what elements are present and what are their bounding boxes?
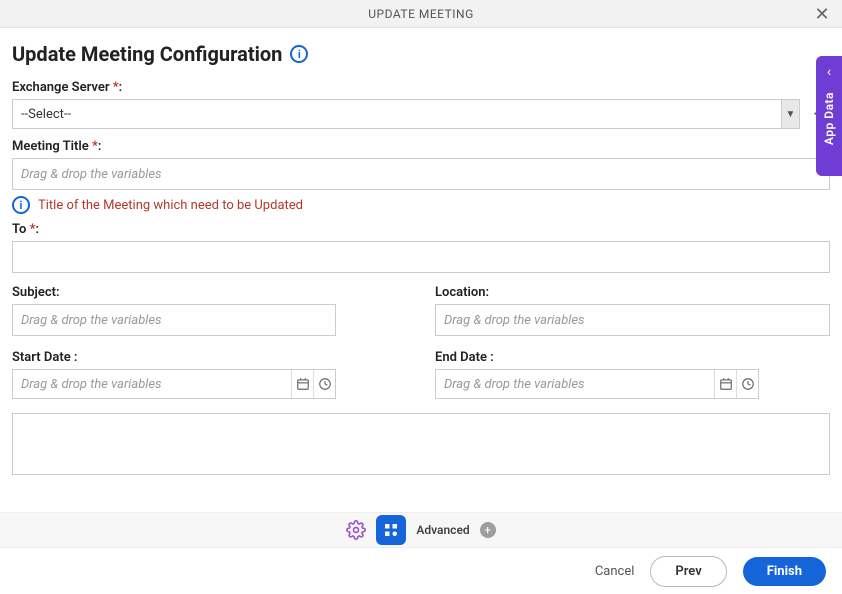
subject-input[interactable] bbox=[12, 304, 336, 336]
date-row: Start Date : End Date : bbox=[12, 350, 830, 399]
meeting-title-input[interactable] bbox=[12, 158, 830, 190]
exchange-select-value: --Select-- bbox=[13, 100, 781, 128]
exchange-select[interactable]: --Select-- ▼ bbox=[12, 99, 800, 129]
page-title: Update Meeting Configuration bbox=[12, 42, 282, 66]
required-asterisk: * bbox=[92, 139, 98, 154]
advanced-label: Advanced bbox=[416, 523, 469, 537]
chevron-left-icon: ‹ bbox=[827, 64, 831, 80]
start-date-input[interactable] bbox=[13, 370, 291, 398]
required-asterisk: * bbox=[30, 222, 36, 237]
end-date-label: End Date : bbox=[435, 350, 830, 365]
prev-button[interactable]: Prev bbox=[650, 556, 726, 587]
exchange-field: Exchange Server *: --Select-- ▼ + bbox=[12, 80, 830, 129]
start-date-time-button[interactable] bbox=[313, 370, 335, 398]
start-date-label: Start Date : bbox=[12, 350, 407, 365]
required-asterisk: * bbox=[113, 80, 119, 95]
info-icon: i bbox=[12, 196, 30, 214]
side-tab-label: App Data bbox=[822, 92, 836, 145]
advanced-add-button[interactable]: + bbox=[480, 522, 496, 538]
footer: Cancel Prev Finish bbox=[0, 548, 842, 594]
titlebar: UPDATE MEETING ✕ bbox=[0, 0, 842, 28]
bottom-toolbar: Advanced + bbox=[0, 512, 842, 548]
notes-textarea[interactable] bbox=[12, 413, 830, 475]
subject-field: Subject: bbox=[12, 285, 407, 336]
to-field: To *: bbox=[12, 222, 830, 273]
location-label: Location: bbox=[435, 285, 830, 300]
titlebar-title: UPDATE MEETING bbox=[368, 7, 474, 21]
meeting-title-label: Meeting Title *: bbox=[12, 139, 830, 154]
meeting-title-hint: Title of the Meeting which need to be Up… bbox=[38, 198, 303, 213]
subject-label: Subject: bbox=[12, 285, 407, 300]
subject-location-row: Subject: Location: bbox=[12, 285, 830, 336]
app-data-side-tab[interactable]: ‹ App Data bbox=[816, 56, 842, 176]
page-title-row: Update Meeting Configuration i bbox=[12, 42, 830, 66]
exchange-label: Exchange Server *: bbox=[12, 80, 830, 95]
refresh-icon bbox=[382, 521, 400, 539]
start-date-field: Start Date : bbox=[12, 350, 407, 399]
cancel-button[interactable]: Cancel bbox=[595, 564, 635, 579]
end-date-input[interactable] bbox=[436, 370, 714, 398]
meeting-title-hint-row: i Title of the Meeting which need to be … bbox=[12, 196, 830, 214]
chevron-down-icon: ▼ bbox=[781, 100, 799, 128]
calendar-icon bbox=[296, 377, 310, 391]
location-input[interactable] bbox=[435, 304, 830, 336]
content-area: Update Meeting Configuration i Exchange … bbox=[0, 28, 842, 479]
meeting-title-field: Meeting Title *: bbox=[12, 139, 830, 190]
close-icon: ✕ bbox=[814, 4, 829, 25]
close-button[interactable]: ✕ bbox=[812, 4, 832, 24]
clock-icon bbox=[318, 377, 332, 391]
end-date-calendar-button[interactable] bbox=[714, 370, 736, 398]
to-label: To *: bbox=[12, 222, 830, 237]
start-date-calendar-button[interactable] bbox=[291, 370, 313, 398]
gear-icon[interactable] bbox=[346, 520, 366, 540]
end-date-time-button[interactable] bbox=[736, 370, 758, 398]
end-date-field: End Date : bbox=[435, 350, 830, 399]
info-icon[interactable]: i bbox=[290, 45, 308, 63]
finish-button[interactable]: Finish bbox=[743, 557, 826, 586]
plus-icon: + bbox=[484, 523, 491, 537]
clock-icon bbox=[741, 377, 755, 391]
to-input[interactable] bbox=[12, 241, 830, 273]
refresh-tile-button[interactable] bbox=[376, 515, 406, 545]
calendar-icon bbox=[719, 377, 733, 391]
location-field: Location: bbox=[435, 285, 830, 336]
